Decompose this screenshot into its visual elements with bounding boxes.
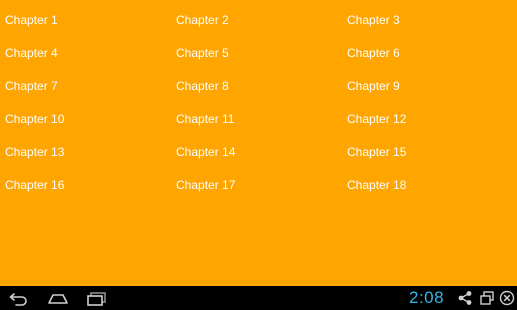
chapter-item[interactable]: Chapter 7 — [0, 69, 171, 102]
window-icon[interactable] — [479, 290, 495, 306]
home-icon[interactable] — [47, 290, 69, 306]
app-content: Chapter 1 Chapter 2 Chapter 3 Chapter 4 … — [0, 0, 517, 286]
share-icon[interactable] — [457, 290, 473, 306]
chapter-item[interactable]: Chapter 16 — [0, 168, 171, 201]
chapter-item[interactable]: Chapter 14 — [171, 135, 342, 168]
chapter-item[interactable]: Chapter 17 — [171, 168, 342, 201]
chapter-grid: Chapter 1 Chapter 2 Chapter 3 Chapter 4 … — [0, 3, 517, 201]
chapter-item[interactable]: Chapter 6 — [342, 36, 517, 69]
close-icon[interactable] — [499, 290, 515, 306]
chapter-item[interactable]: Chapter 5 — [171, 36, 342, 69]
navigation-bar: 2:08 — [0, 286, 517, 310]
chapter-item[interactable]: Chapter 8 — [171, 69, 342, 102]
clock: 2:08 — [409, 288, 445, 307]
chapter-item[interactable]: Chapter 12 — [342, 102, 517, 135]
chapter-item[interactable]: Chapter 2 — [171, 3, 342, 36]
chapter-item[interactable]: Chapter 15 — [342, 135, 517, 168]
chapter-item[interactable]: Chapter 18 — [342, 168, 517, 201]
chapter-item[interactable]: Chapter 9 — [342, 69, 517, 102]
chapter-item[interactable]: Chapter 1 — [0, 3, 171, 36]
back-icon[interactable] — [8, 290, 30, 306]
chapter-item[interactable]: Chapter 10 — [0, 102, 171, 135]
chapter-item[interactable]: Chapter 13 — [0, 135, 171, 168]
chapter-item[interactable]: Chapter 11 — [171, 102, 342, 135]
chapter-item[interactable]: Chapter 3 — [342, 3, 517, 36]
chapter-item[interactable]: Chapter 4 — [0, 36, 171, 69]
recent-apps-icon[interactable] — [86, 290, 108, 306]
